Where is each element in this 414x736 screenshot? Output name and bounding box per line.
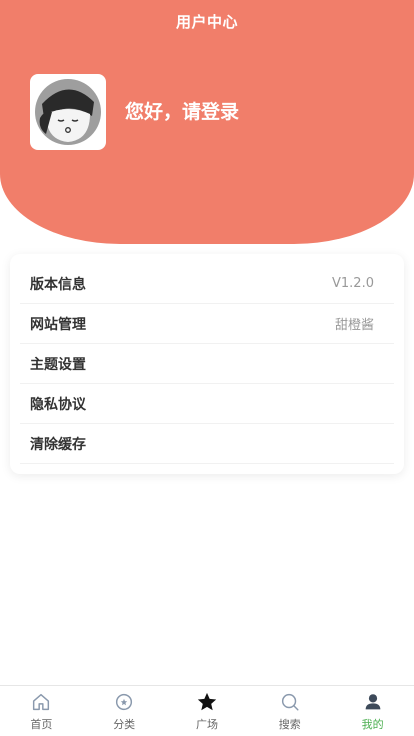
avatar-image <box>35 79 101 145</box>
menu-item-label: 版本信息 <box>30 276 86 293</box>
tab-mine[interactable]: 我的 <box>331 686 414 736</box>
menu-item-label: 隐私协议 <box>30 396 86 413</box>
search-icon <box>281 693 299 711</box>
user-icon <box>365 694 380 710</box>
settings-menu: 版本信息 V1.2.0 网站管理 甜橙酱 主题设置 隐私协议 清除缓存 <box>10 254 404 474</box>
page-title: 用户中心 <box>175 13 238 31</box>
menu-item-value: 甜橙酱 <box>334 318 374 333</box>
bottom-tab-bar: 首页 分类 广场 搜索 我的 <box>0 685 414 736</box>
menu-item-label: 清除缓存 <box>30 436 86 453</box>
category-icon <box>116 693 133 711</box>
menu-item-privacy[interactable]: 隐私协议 <box>20 384 394 424</box>
menu-item-site-management[interactable]: 网站管理 甜橙酱 <box>20 304 394 344</box>
profile-header: 用户中心 您好，请登录 <box>0 0 414 244</box>
menu-item-clear-cache[interactable]: 清除缓存 <box>20 424 394 464</box>
tab-search[interactable]: 搜索 <box>248 686 331 736</box>
tab-label: 广场 <box>195 718 218 731</box>
login-prompt[interactable]: 您好，请登录 <box>125 97 239 124</box>
menu-item-theme[interactable]: 主题设置 <box>20 344 394 384</box>
star-icon <box>197 692 217 711</box>
tab-square[interactable]: 广场 <box>166 686 249 736</box>
tab-home[interactable]: 首页 <box>0 686 83 736</box>
menu-item-label: 网站管理 <box>30 316 86 333</box>
avatar[interactable] <box>30 74 106 150</box>
tab-label: 首页 <box>30 718 53 731</box>
menu-item-value: V1.2.0 <box>332 276 374 291</box>
tab-label: 分类 <box>113 718 136 731</box>
menu-item-label: 主题设置 <box>30 356 86 373</box>
tab-label: 我的 <box>361 718 384 731</box>
tab-label: 搜索 <box>278 718 301 731</box>
tab-category[interactable]: 分类 <box>83 686 166 736</box>
home-icon <box>33 693 50 711</box>
menu-item-version[interactable]: 版本信息 V1.2.0 <box>20 264 394 304</box>
